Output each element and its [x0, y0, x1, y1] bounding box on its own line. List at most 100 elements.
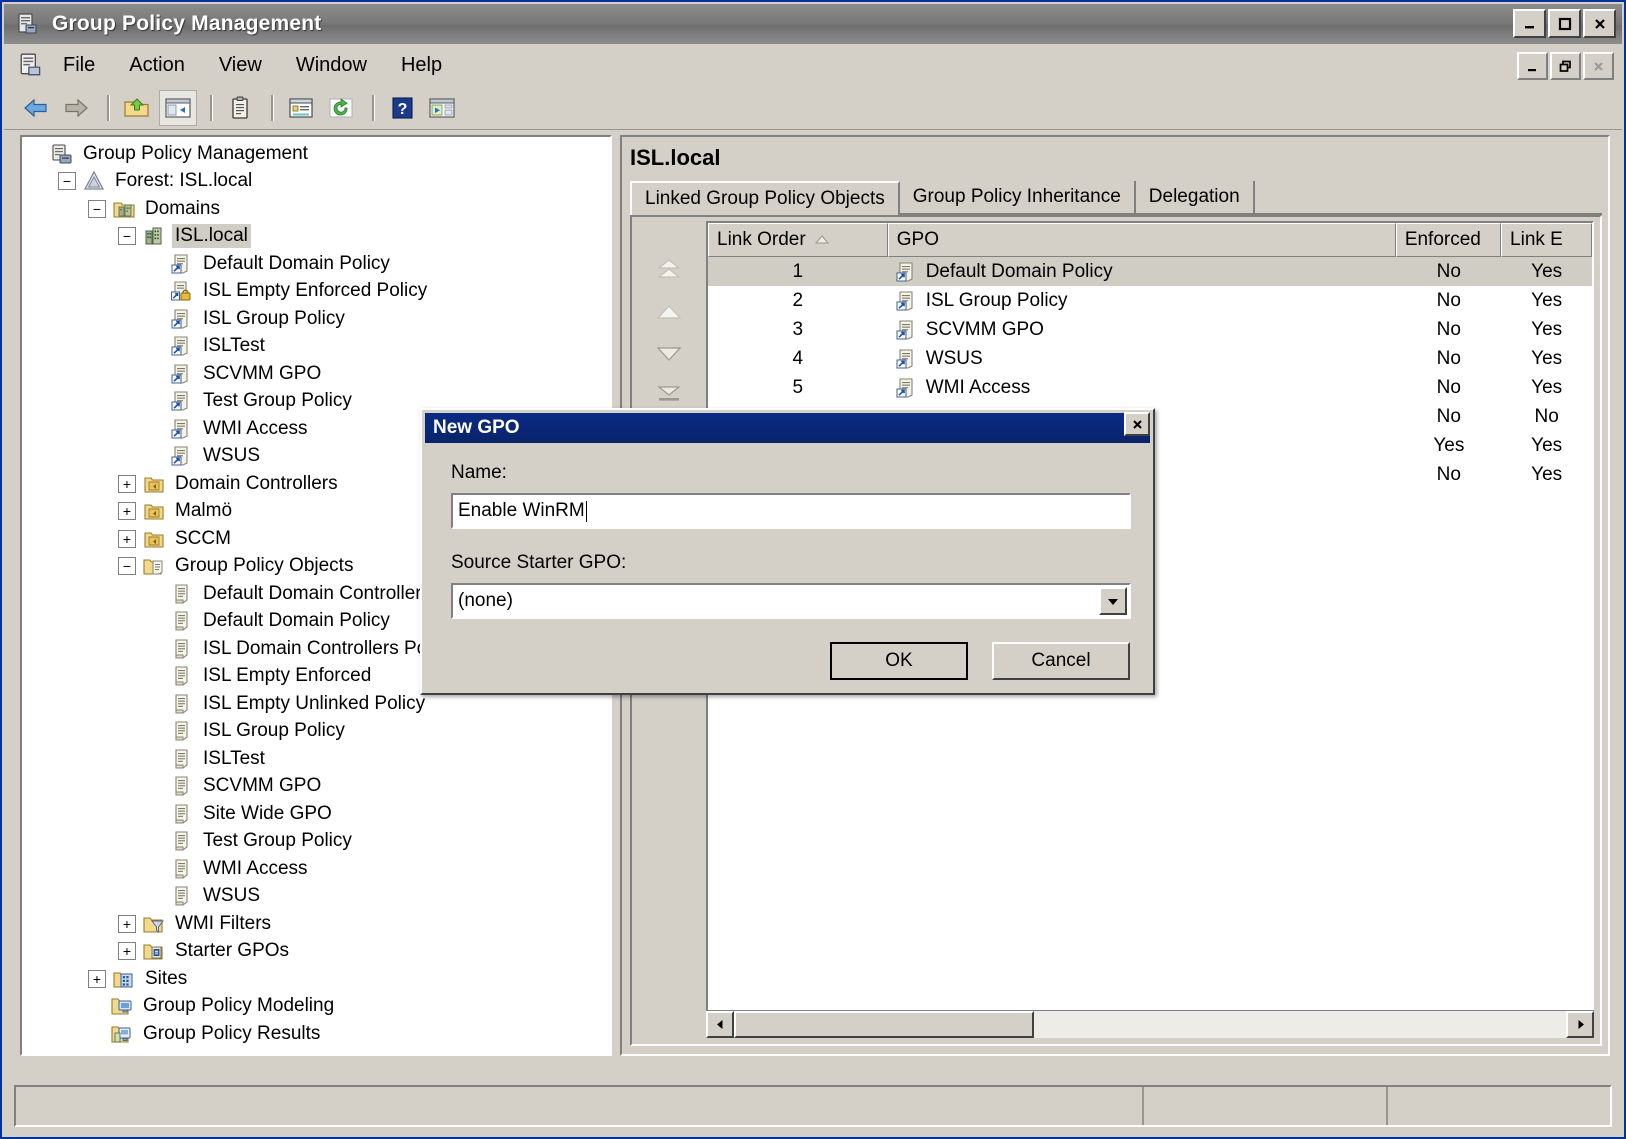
- collapse-node-icon[interactable]: −: [118, 227, 136, 246]
- tree-node-label: ISL.local: [172, 224, 251, 249]
- collapse-node-icon[interactable]: −: [88, 199, 106, 218]
- tree-node-group-policy-results[interactable]: Group Policy Results: [22, 1020, 610, 1048]
- tree-node-isl-group-policy[interactable]: ISL Group Policy: [22, 305, 610, 333]
- tab-linked-group-policy-objects[interactable]: Linked Group Policy Objects: [630, 181, 900, 215]
- tree-node-scvmm-gpo[interactable]: SCVMM GPO: [22, 773, 610, 801]
- tree-node-label: Group Policy Results: [143, 1022, 321, 1044]
- table-row[interactable]: 1 Default Domain Policy No Yes: [708, 257, 1592, 286]
- table-row[interactable]: 4 WSUS No Yes: [708, 344, 1592, 373]
- scrollbar-thumb[interactable]: [734, 1011, 1034, 1038]
- cell-link-order: 2: [792, 289, 804, 311]
- menu-item-action[interactable]: Action: [114, 50, 200, 81]
- expand-node-icon[interactable]: +: [88, 969, 106, 988]
- sites-icon: [113, 969, 135, 989]
- forward-icon[interactable]: [58, 91, 94, 125]
- column-header-gpo[interactable]: GPO: [887, 223, 1396, 257]
- tab-delegation[interactable]: Delegation: [1135, 181, 1255, 213]
- minimize-button[interactable]: [1513, 9, 1546, 38]
- menu-item-help[interactable]: Help: [386, 50, 457, 81]
- source-starter-gpo-select[interactable]: (none): [451, 583, 1131, 619]
- move-link-down-button[interactable]: [650, 343, 688, 365]
- tree-node-scvmm-gpo[interactable]: SCVMM GPO: [22, 360, 610, 388]
- move-link-to-bottom-button[interactable]: [650, 385, 688, 407]
- dialog-close-button[interactable]: [1124, 412, 1150, 436]
- tree-node-wmi-access[interactable]: WMI Access: [22, 855, 610, 883]
- tree-node-sites[interactable]: + Sites: [22, 965, 610, 993]
- table-row[interactable]: 2 ISL Group Policy No Yes: [708, 286, 1592, 315]
- tree-node-group-policy-management[interactable]: Group Policy Management: [22, 140, 610, 168]
- expand-node-icon[interactable]: +: [118, 502, 136, 521]
- tree-node-test-group-policy[interactable]: Test Group Policy: [22, 828, 610, 856]
- new-window-icon[interactable]: [424, 91, 460, 125]
- gpo-link-icon: [171, 419, 193, 439]
- tree-node-domains[interactable]: − Domains: [22, 195, 610, 223]
- horizontal-scrollbar[interactable]: [706, 1010, 1594, 1038]
- tree-node-group-policy-modeling[interactable]: Group Policy Modeling: [22, 993, 610, 1021]
- export-list-icon[interactable]: [283, 91, 319, 125]
- tree-node-isltest[interactable]: ISLTest: [22, 333, 610, 361]
- cell-gpo-label: WMI Access: [925, 376, 1031, 398]
- cell-link-enabled: Yes: [1531, 347, 1563, 369]
- expand-node-icon[interactable]: +: [118, 529, 136, 548]
- mdi-close-button[interactable]: [1583, 52, 1614, 80]
- tree-node-site-wide-gpo[interactable]: Site Wide GPO: [22, 800, 610, 828]
- collapse-node-icon[interactable]: −: [58, 172, 76, 191]
- expand-node-icon[interactable]: +: [118, 474, 136, 493]
- tree-node-label: Domain Controllers: [175, 472, 338, 494]
- domain-icon: [143, 226, 165, 246]
- menu-item-window[interactable]: Window: [281, 50, 382, 81]
- tree-node-starter-gpos[interactable]: + Starter GPOs: [22, 938, 610, 966]
- gpo-link-icon: [171, 391, 193, 411]
- tree-node-wsus[interactable]: WSUS: [22, 883, 610, 911]
- tree-node-label: WMI Access: [203, 417, 308, 439]
- window-titlebar: Group Policy Management: [4, 4, 1622, 44]
- back-icon[interactable]: [18, 91, 54, 125]
- tree-node-label: Forest: ISL.local: [115, 170, 253, 192]
- scrollbar-track[interactable]: [1034, 1011, 1566, 1038]
- expand-node-icon[interactable]: +: [118, 942, 136, 961]
- up-folder-icon[interactable]: [119, 91, 155, 125]
- tree-node-isl-group-policy[interactable]: ISL Group Policy: [22, 718, 610, 746]
- toolbar-separator: [372, 94, 375, 121]
- gpo-name-input[interactable]: Enable WinRM: [451, 493, 1131, 529]
- cancel-button[interactable]: Cancel: [992, 642, 1130, 680]
- ok-button[interactable]: OK: [830, 642, 968, 680]
- maximize-button[interactable]: [1548, 9, 1581, 38]
- gpo-link-icon: [171, 364, 193, 384]
- cell-gpo: Default Domain Policy: [888, 257, 1397, 286]
- table-row[interactable]: 3 SCVMM GPO No Yes: [708, 315, 1592, 344]
- mdi-restore-button[interactable]: [1550, 52, 1581, 80]
- scroll-left-button[interactable]: [706, 1011, 734, 1038]
- scroll-right-button[interactable]: [1566, 1011, 1594, 1038]
- show-hide-tree-icon[interactable]: [159, 89, 197, 126]
- tree-node-forest-isl-local[interactable]: − Forest: ISL.local: [22, 168, 610, 196]
- gpo-icon: [171, 639, 193, 659]
- move-link-to-top-button[interactable]: [650, 259, 688, 281]
- gp-results-icon: [111, 1024, 133, 1044]
- collapse-node-icon[interactable]: −: [118, 557, 136, 576]
- menu-item-file[interactable]: File: [48, 50, 110, 81]
- menu-bar: File Action View Window Help: [4, 44, 1622, 87]
- mdi-minimize-button[interactable]: [1517, 52, 1548, 80]
- chevron-down-icon[interactable]: [1099, 587, 1127, 615]
- table-row[interactable]: 5 WMI Access No Yes: [708, 373, 1592, 402]
- tree-node-default-domain-policy[interactable]: Default Domain Policy: [22, 250, 610, 278]
- tree-node-label: Group Policy Management: [83, 142, 308, 164]
- move-link-up-button[interactable]: [650, 301, 688, 323]
- close-button[interactable]: [1583, 9, 1616, 38]
- cell-enforced: No: [1436, 318, 1461, 340]
- tree-node-isl-local[interactable]: − ISL.local: [22, 223, 610, 251]
- column-header-link-order[interactable]: Link Order: [708, 223, 888, 257]
- refresh-icon[interactable]: [323, 91, 359, 125]
- menu-item-view[interactable]: View: [204, 50, 277, 81]
- tree-node-isl-empty-enforced-policy[interactable]: ISL Empty Enforced Policy: [22, 278, 610, 306]
- column-header-link-e[interactable]: Link E: [1501, 223, 1592, 257]
- cell-link-enabled: Yes: [1531, 260, 1563, 282]
- tree-node-wmi-filters[interactable]: + WMI Filters: [22, 910, 610, 938]
- tree-node-isltest[interactable]: ISLTest: [22, 745, 610, 773]
- tab-group-policy-inheritance[interactable]: Group Policy Inheritance: [899, 181, 1136, 213]
- properties-icon[interactable]: [222, 91, 258, 125]
- help-icon[interactable]: ?: [384, 91, 420, 125]
- column-header-enforced[interactable]: Enforced: [1395, 223, 1502, 257]
- expand-node-icon[interactable]: +: [118, 914, 136, 933]
